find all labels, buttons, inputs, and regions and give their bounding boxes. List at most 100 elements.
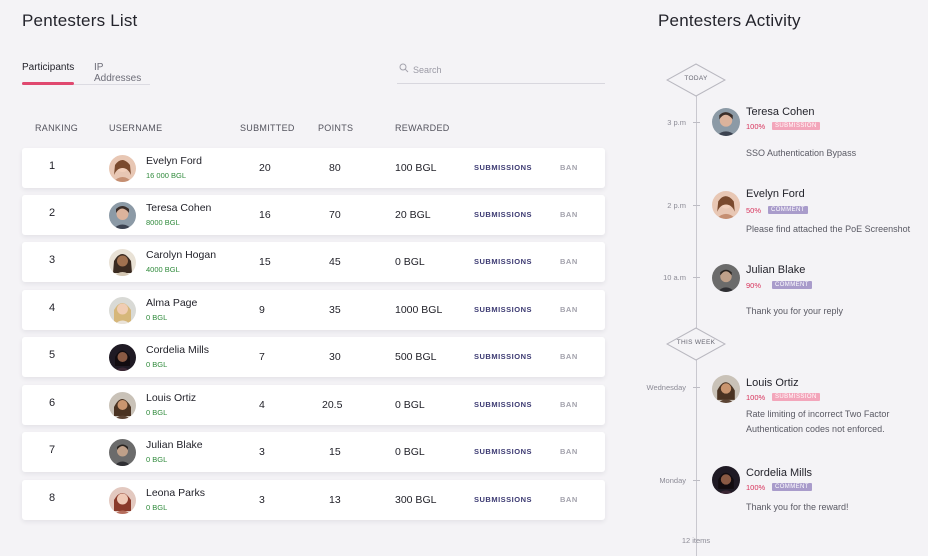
active-tab-indicator <box>22 82 74 85</box>
avatar <box>109 439 136 466</box>
row-submitted: 7 <box>259 351 265 363</box>
avatar <box>712 466 740 494</box>
activity-name: Cordelia Mills <box>746 467 813 479</box>
tab-participants[interactable]: Participants <box>22 62 74 73</box>
search-input[interactable] <box>413 61 593 79</box>
row-rank: 6 <box>48 397 56 409</box>
row-rank: 1 <box>48 160 56 172</box>
row-rank: 7 <box>48 444 56 456</box>
row-submitted: 4 <box>259 399 265 411</box>
submissions-button[interactable]: SUBMISSIONS <box>474 352 532 361</box>
submissions-button[interactable]: SUBMISSIONS <box>474 495 532 504</box>
timeline-tick <box>693 277 700 278</box>
submissions-button[interactable]: SUBMISSIONS <box>474 163 532 172</box>
table-row: 1 Evelyn Ford 16 000 BGL 20 80 100 BGL S… <box>22 148 605 188</box>
submissions-button[interactable]: SUBMISSIONS <box>474 447 532 456</box>
submissions-button[interactable]: SUBMISSIONS <box>474 400 532 409</box>
row-rewarded: 0 BGL <box>395 446 425 458</box>
activity-time: Monday <box>659 476 686 485</box>
activity-percent: 100% <box>746 393 766 402</box>
activity-name: Teresa Cohen <box>746 106 815 118</box>
table-row: 5 Cordelia Mills 0 BGL 7 30 500 BGL SUBM… <box>22 337 605 377</box>
ban-button[interactable]: BAN <box>560 210 578 219</box>
ban-button[interactable]: BAN <box>560 163 578 172</box>
activity-percent: 100% <box>746 122 766 131</box>
avatar <box>109 344 136 371</box>
header-username: USERNAME <box>109 123 163 133</box>
submissions-button[interactable]: SUBMISSIONS <box>474 305 532 314</box>
pentesters-activity-panel: Pentesters Activity TODAY THIS WEEK 3 p.… <box>630 0 928 556</box>
table-row: 6 Louis Ortiz 0 BGL 4 20.5 0 BGL SUBMISS… <box>22 385 605 425</box>
row-balance: 0 BGL <box>146 313 168 322</box>
activity-percent: 100% <box>746 483 766 492</box>
badge-comment: COMMENT <box>772 281 812 289</box>
table-row: 3 Carolyn Hogan 4000 BGL 15 45 0 BGL SUB… <box>22 242 605 282</box>
row-submitted: 20 <box>259 162 271 174</box>
badge-comment: COMMENT <box>768 206 808 214</box>
submissions-button[interactable]: SUBMISSIONS <box>474 210 532 219</box>
activity-title: Pentesters Activity <box>658 11 801 30</box>
avatar <box>712 108 740 136</box>
ban-button[interactable]: BAN <box>560 305 578 314</box>
row-balance: 0 BGL <box>146 360 168 369</box>
header-points: POINTS <box>318 123 354 133</box>
ban-button[interactable]: BAN <box>560 257 578 266</box>
row-points: 30 <box>329 351 341 363</box>
search-icon <box>399 63 409 73</box>
timeline-tick <box>693 387 700 388</box>
row-rewarded: 300 BGL <box>395 494 437 506</box>
row-balance: 0 BGL <box>146 408 168 417</box>
row-rank: 3 <box>48 254 56 266</box>
row-rank: 8 <box>48 492 56 504</box>
activity-name: Evelyn Ford <box>746 188 805 200</box>
activity-time: 10 a.m <box>663 273 686 282</box>
row-submitted: 15 <box>259 256 271 268</box>
row-username: Teresa Cohen <box>146 202 212 214</box>
row-points: 15 <box>329 446 341 458</box>
marker-this-week-label: THIS WEEK <box>676 339 716 346</box>
ban-button[interactable]: BAN <box>560 447 578 456</box>
row-submitted: 3 <box>259 446 265 458</box>
search-box[interactable] <box>397 60 605 84</box>
timeline-line <box>696 90 697 556</box>
header-ranking: RANKING <box>35 123 79 133</box>
ban-button[interactable]: BAN <box>560 400 578 409</box>
activity-text: Please find attached the PoE Screenshot <box>746 224 911 234</box>
badge-submission: SUBMISSION <box>772 122 820 130</box>
avatar <box>109 297 136 324</box>
timeline-tick <box>693 122 700 123</box>
avatar <box>109 155 136 182</box>
row-balance: 16 000 BGL <box>146 171 187 180</box>
marker-today-label: TODAY <box>684 75 708 82</box>
row-points: 70 <box>329 209 341 221</box>
pentesters-list-panel: Pentesters List Participants IP Addresse… <box>0 0 630 556</box>
row-points: 45 <box>329 256 341 268</box>
avatar <box>712 264 740 292</box>
list-tabs: Participants IP Addresses <box>22 61 150 85</box>
row-rewarded: 0 BGL <box>395 256 425 268</box>
ban-button[interactable]: BAN <box>560 352 578 361</box>
marker-this-week: THIS WEEK <box>666 327 726 361</box>
avatar <box>109 202 136 229</box>
activity-name: Louis Ortiz <box>746 377 799 389</box>
row-username: Leona Parks <box>146 487 205 499</box>
activity-text: SSO Authentication Bypass <box>746 148 857 158</box>
row-rewarded: 0 BGL <box>395 399 425 411</box>
tab-ip-addresses[interactable]: IP Addresses <box>94 62 150 84</box>
activity-name: Julian Blake <box>746 264 806 276</box>
header-submitted: SUBMITTED <box>240 123 295 133</box>
row-rank: 5 <box>48 349 56 361</box>
row-points: 35 <box>329 304 341 316</box>
row-balance: 4000 BGL <box>146 265 180 274</box>
list-title: Pentesters List <box>22 11 138 30</box>
table-row: 8 Leona Parks 0 BGL 3 13 300 BGL SUBMISS… <box>22 480 605 520</box>
items-count: 12 items <box>681 536 711 545</box>
submissions-button[interactable]: SUBMISSIONS <box>474 257 532 266</box>
marker-today: TODAY <box>666 63 726 97</box>
activity-percent: 90% <box>746 281 762 290</box>
row-username: Carolyn Hogan <box>146 249 217 261</box>
row-rewarded: 500 BGL <box>395 351 437 363</box>
badge-comment: COMMENT <box>772 483 812 491</box>
avatar <box>109 487 136 514</box>
ban-button[interactable]: BAN <box>560 495 578 504</box>
